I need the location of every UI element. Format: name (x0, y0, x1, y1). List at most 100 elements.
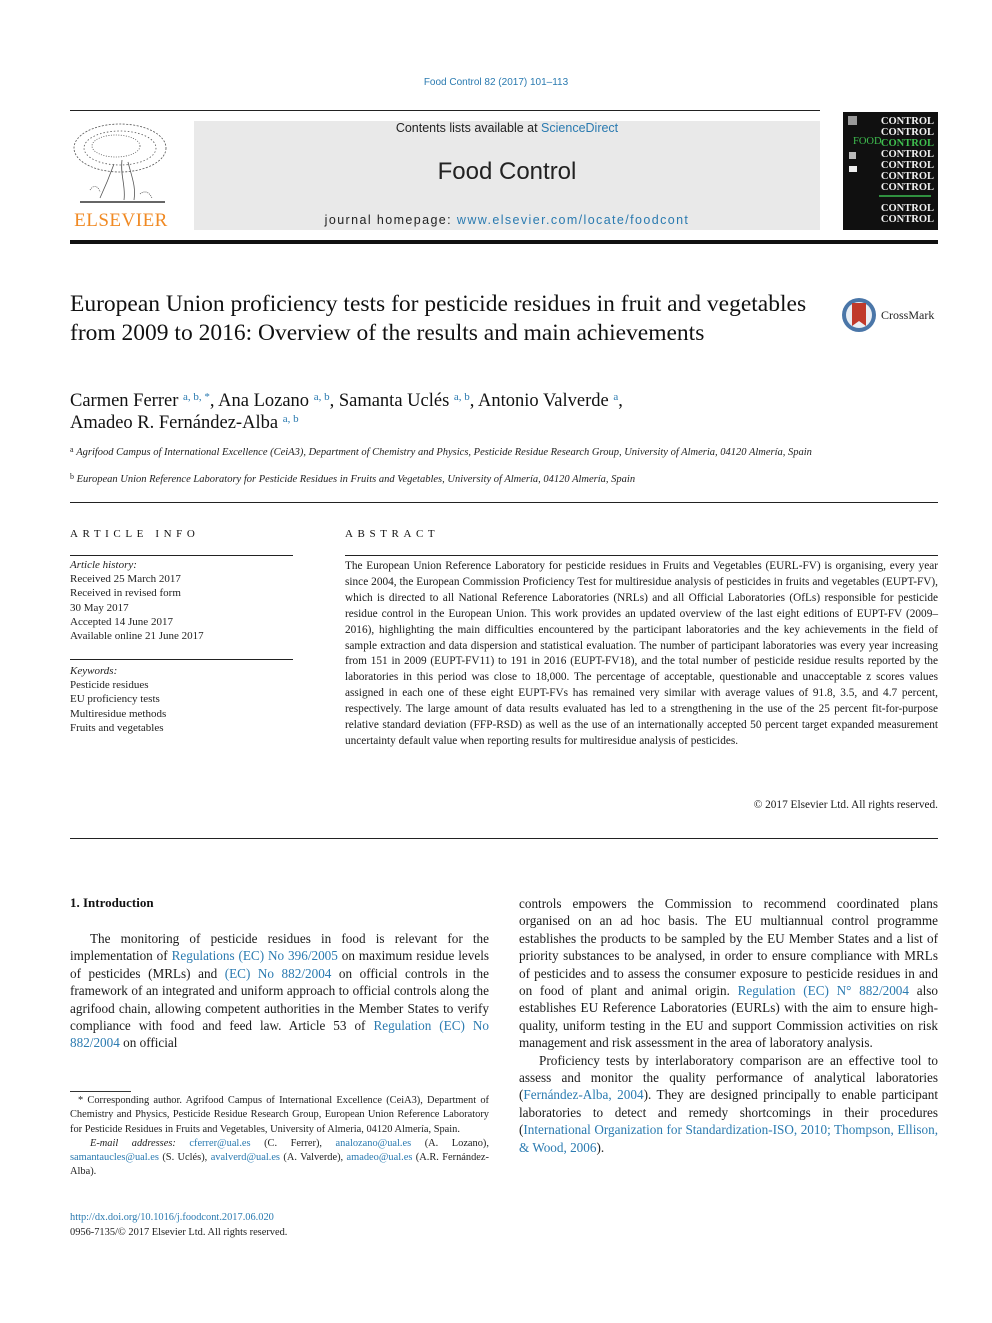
abstract-rule (345, 555, 938, 556)
email-link[interactable]: amadeo@ual.es (347, 1152, 413, 1163)
cover-word: CONTROL (880, 149, 934, 160)
email-owner: (S. Uclés), (162, 1152, 208, 1164)
body-paragraph: controls empowers the Commission to reco… (519, 895, 938, 1052)
journal-cover-image: CONTROL CONTROL FOOD CONTROL CONTROL CON… (843, 112, 938, 230)
affiliation-text: Agrifood Campus of International Excelle… (76, 447, 812, 458)
email-owner: (A. Valverde), (283, 1152, 344, 1164)
author-name[interactable]: Carmen Ferrer (70, 391, 178, 411)
contents-line: Contents lists available at ScienceDirec… (194, 121, 820, 135)
body-paragraph: Proficiency tests by interlaboratory com… (519, 1052, 938, 1156)
article-history-label: Article history: (70, 559, 137, 571)
reference-link[interactable]: Regulation (EC) N° 882/2004 (738, 983, 909, 998)
cover-word: CONTROL (880, 160, 934, 171)
doi-block: http://dx.doi.org/10.1016/j.foodcont.201… (70, 1211, 287, 1240)
reference-link[interactable]: (EC) No 882/2004 (225, 966, 332, 981)
header-rule (70, 110, 820, 111)
contents-prefix: Contents lists available at (395, 121, 542, 135)
keyword-item: Multiresidue methods (70, 707, 167, 720)
cover-word: CONTROL (880, 138, 934, 149)
citation-link[interactable]: Fernández-Alba, 2004 (523, 1087, 643, 1102)
journal-masthead: Contents lists available at ScienceDirec… (194, 121, 820, 230)
author-name[interactable]: Ana Lozano (218, 391, 309, 411)
article-info-heading: ARTICLE INFO (70, 528, 200, 540)
cover-thumbnail-icon (849, 166, 857, 172)
cover-logo-icon (848, 116, 857, 125)
text-run: ). (596, 1139, 605, 1155)
doi-link[interactable]: http://dx.doi.org/10.1016/j.foodcont.201… (70, 1212, 274, 1223)
crossmark-label: CrossMark (881, 308, 935, 322)
cover-word: CONTROL (880, 203, 934, 214)
author-affiliation-marker[interactable]: a, b (283, 413, 299, 425)
body-left-column: The monitoring of pesticide residues in … (70, 930, 489, 1052)
history-item: 30 May 2017 (70, 601, 129, 614)
abstract-copyright: © 2017 Elsevier Ltd. All rights reserved… (753, 799, 938, 811)
homepage-line: journal homepage: www.elsevier.com/locat… (194, 213, 820, 227)
crossmark-icon (842, 298, 876, 332)
reference-link[interactable]: Regulations (EC) No 396/2005 (172, 948, 338, 963)
author-affiliation-marker[interactable]: a (613, 391, 618, 403)
author-name[interactable]: Amadeo R. Fernández-Alba (70, 413, 278, 433)
author-name[interactable]: Antonio Valverde (478, 391, 609, 411)
affiliation-a: a Agrifood Campus of International Excel… (70, 446, 830, 460)
affiliation-mark: a (70, 445, 74, 454)
keyword-item: Pesticide residues (70, 679, 149, 692)
title-block-rule (70, 502, 938, 503)
email-label: E-mail addresses: (90, 1137, 176, 1149)
corresponding-author-note: * Corresponding author. Agrifood Campus … (70, 1095, 489, 1135)
cover-word: CONTROL (880, 182, 934, 193)
affiliation-b: b European Union Reference Laboratory fo… (70, 473, 830, 487)
abstract-heading: ABSTRACT (345, 528, 440, 540)
elsevier-tree-icon (73, 123, 167, 203)
elsevier-wordmark: ELSEVIER (74, 210, 168, 231)
article-history: Article history: Received 25 March 2017 … (70, 558, 293, 643)
journal-reference-link[interactable]: Food Control 82 (2017) 101–113 (424, 77, 568, 88)
body-right-column: controls empowers the Commission to reco… (519, 895, 938, 1156)
history-item: Accepted 14 June 2017 (70, 615, 173, 628)
article-title: European Union proficiency tests for pes… (70, 291, 807, 346)
affiliation-text: European Union Reference Laboratory for … (76, 474, 636, 485)
email-link[interactable]: analozano@ual.es (336, 1138, 412, 1149)
abstract-bottom-rule (70, 838, 938, 839)
journal-reference: Food Control 82 (2017) 101–113 (0, 77, 992, 88)
keyword-item: Fruits and vegetables (70, 721, 164, 734)
cover-word: CONTROL (880, 214, 934, 225)
author-affiliation-marker[interactable]: a, b (314, 391, 330, 403)
journal-title: Food Control (437, 158, 577, 185)
email-link[interactable]: avalverd@ual.es (211, 1152, 280, 1163)
article-info-rule (70, 555, 293, 556)
footnotes: * Corresponding author. Agrifood Campus … (70, 1094, 489, 1180)
cover-thumbnail-icon (849, 152, 856, 159)
keywords: Keywords: Pesticide residues EU proficie… (70, 664, 293, 735)
author-affiliation-marker[interactable]: a, b (454, 391, 470, 403)
sciencedirect-link[interactable]: ScienceDirect (541, 121, 618, 135)
email-addresses: E-mail addresses: cferrer@ual.es (C. Fer… (70, 1137, 489, 1180)
email-link[interactable]: samantaucles@ual.es (70, 1152, 159, 1163)
email-owner: (A. Lozano), (424, 1137, 489, 1149)
author-affiliation-marker[interactable]: a, b, * (183, 391, 210, 403)
footnote-rule (70, 1091, 131, 1092)
issn-copyright: 0956-7135/© 2017 Elsevier Ltd. All right… (70, 1226, 288, 1238)
email-link[interactable]: cferrer@ual.es (189, 1138, 250, 1149)
homepage-link[interactable]: www.elsevier.com/locate/foodcont (457, 213, 689, 227)
affiliation-mark: b (70, 472, 74, 481)
text-run: on official (119, 1035, 178, 1051)
section-heading-introduction: 1. Introduction (70, 895, 154, 910)
cover-caption-bar (879, 195, 931, 197)
elsevier-logo: ELSEVIER (70, 120, 172, 232)
masthead-thick-rule (70, 240, 938, 244)
email-owner: (C. Ferrer), (264, 1137, 323, 1149)
cover-word: CONTROL (880, 116, 934, 127)
keyword-item: EU proficiency tests (70, 693, 160, 706)
cover-word: CONTROL (880, 127, 934, 138)
author-list: Carmen Ferrer a, b, *, Ana Lozano a, b, … (70, 391, 623, 433)
history-item: Received in revised form (70, 587, 181, 600)
cover-food-word: FOOD (853, 136, 882, 147)
abstract-text: The European Union Reference Laboratory … (345, 560, 938, 747)
keywords-label: Keywords: (70, 665, 118, 677)
homepage-prefix: journal homepage: (324, 213, 457, 227)
keywords-rule (70, 659, 293, 660)
author-name[interactable]: Samanta Uclés (339, 391, 449, 411)
citation-link[interactable]: International Organization for Standardi… (519, 1122, 938, 1154)
history-item: Received 25 March 2017 (70, 573, 181, 586)
crossmark-button[interactable]: CrossMark (840, 296, 950, 336)
